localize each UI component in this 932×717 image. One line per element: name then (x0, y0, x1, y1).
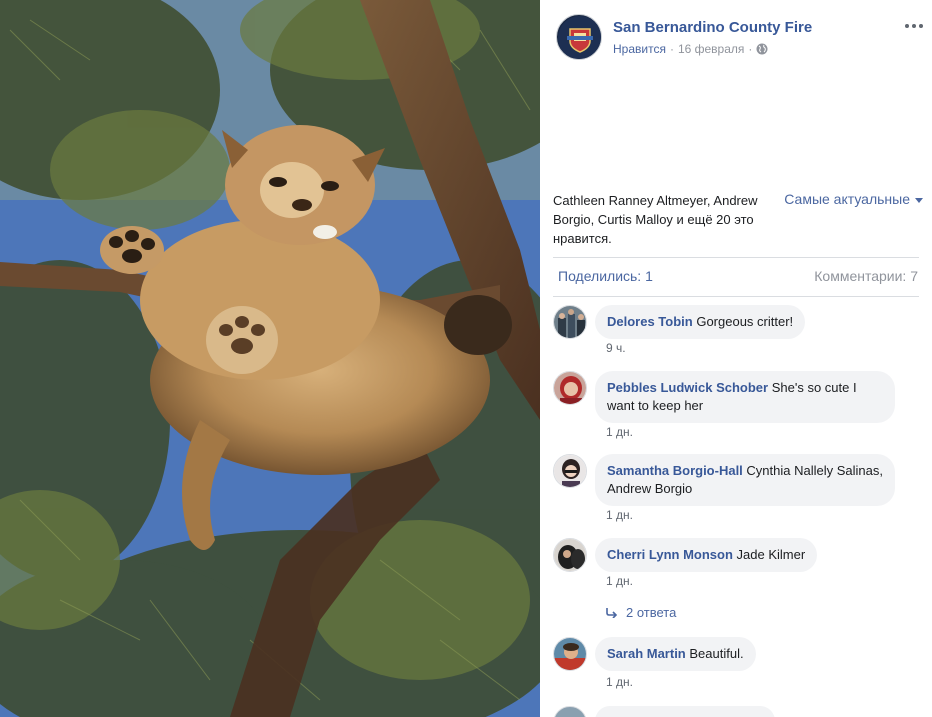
like-page-link[interactable]: Нравится (613, 42, 666, 56)
replies-label: 2 ответа (626, 605, 677, 620)
comment-time[interactable]: 1 дн. (606, 574, 633, 588)
reactions-summary: Cathleen Ranney Altmeyer, Andrew Borgio,… (553, 191, 923, 248)
comment-time[interactable]: 1 дн. (606, 508, 633, 522)
comments-count[interactable]: Комментарии: 7 (814, 268, 918, 284)
commenter-avatar[interactable] (553, 706, 587, 717)
fire-department-logo-icon (558, 16, 601, 59)
commenter-avatar[interactable] (553, 371, 587, 405)
mountain-lion-in-tree-image (0, 0, 540, 717)
likes-summary-text[interactable]: Cathleen Ranney Altmeyer, Andrew Borgio,… (553, 191, 763, 248)
comment-author[interactable]: Delores Tobin (607, 314, 693, 329)
post-header: San Bernardino County Fire Нравится · 16… (556, 14, 926, 64)
post-meta: Нравится · 16 февраля · (613, 42, 768, 56)
commenter-avatar[interactable] (553, 454, 587, 488)
comment-text: Beautiful. (689, 646, 744, 661)
caret-down-icon (915, 197, 923, 203)
comment-author[interactable]: Pebbles Ludwick Schober (607, 380, 768, 395)
page-name[interactable]: San Bernardino County Fire (613, 19, 812, 36)
commenter-avatar[interactable] (553, 637, 587, 671)
comment-sort-dropdown[interactable]: Самые актуальные (784, 191, 923, 207)
view-replies-link[interactable]: 2 ответа (606, 605, 676, 620)
commenter-avatar[interactable] (553, 538, 587, 572)
comment-time[interactable]: 9 ч. (606, 341, 626, 355)
post-photo[interactable] (0, 0, 540, 717)
comment-author[interactable]: Samantha Borgio-Hall (607, 463, 743, 478)
shares-count[interactable]: Поделились: 1 (558, 268, 653, 284)
meta-separator-2: · (748, 42, 753, 56)
post-details-panel: San Bernardino County Fire Нравится · 16… (540, 0, 932, 717)
comment-time[interactable]: 1 дн. (606, 425, 633, 439)
comment-bubble (595, 706, 775, 717)
comment-bubble: Pebbles Ludwick Schober She's so cute I … (595, 371, 895, 423)
divider-2 (553, 296, 919, 297)
reply-arrow-icon (606, 607, 618, 618)
divider (553, 257, 919, 258)
comment-bubble: Samantha Borgio-Hall Cynthia Nallely Sal… (595, 454, 895, 506)
globe-icon[interactable] (756, 43, 768, 55)
comment-author[interactable]: Sarah Martin (607, 646, 686, 661)
comment-time[interactable]: 1 дн. (606, 675, 633, 689)
comment-bubble: Delores Tobin Gorgeous critter! (595, 305, 806, 339)
more-options-icon[interactable] (902, 18, 926, 34)
post-date[interactable]: 16 февраля (678, 42, 744, 56)
comment-text: Gorgeous critter! (696, 314, 794, 329)
comment-bubble: Sarah Martin Beautiful. (595, 637, 756, 671)
comment-text: Jade Kilmer (736, 547, 806, 562)
sort-label: Самые актуальные (784, 191, 910, 207)
comment-author[interactable]: Cherri Lynn Monson (607, 547, 733, 562)
comment-bubble: Cherri Lynn Monson Jade Kilmer (595, 538, 818, 572)
meta-separator: · (669, 42, 674, 56)
commenter-avatar[interactable] (553, 305, 587, 339)
page-avatar[interactable] (556, 14, 602, 60)
